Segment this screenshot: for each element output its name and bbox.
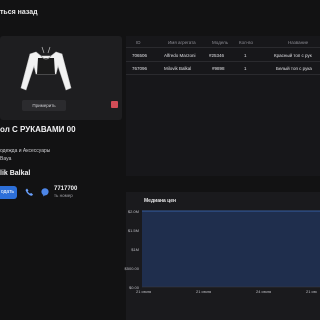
phone-number: 7717700: [54, 186, 78, 192]
seller-name[interactable]: lik Balkal: [0, 170, 30, 177]
table-cell[interactable]: 767096: [132, 66, 147, 71]
divider: [126, 74, 320, 75]
table-header-aggregate: Имя агрегата: [168, 40, 196, 45]
product-category: одежда и Аксессуары: [0, 148, 51, 154]
table-cell: #9898: [212, 66, 225, 71]
table-cell: #25346: [209, 53, 225, 58]
chart-area-series: [142, 211, 320, 287]
price-chart: [142, 210, 320, 288]
favorite-badge-icon[interactable]: [111, 101, 118, 108]
divider: [126, 47, 320, 48]
x-tick-label: 21 июля: [196, 289, 212, 294]
table-cell: Milovik Balkal: [164, 66, 192, 71]
y-tick-label: $2.0M: [127, 209, 139, 214]
table-header-qty: Кол-во: [239, 40, 253, 45]
x-tick-label: 21 июля: [136, 289, 152, 294]
try-on-button[interactable]: Примерить: [22, 100, 66, 111]
table-header-name: Название: [288, 40, 309, 45]
table-cell[interactable]: 706506: [132, 53, 147, 58]
y-tick-label: $1.5M: [127, 228, 139, 233]
contact-button[interactable]: одать: [0, 186, 17, 199]
y-tick-label: $500.00: [124, 266, 139, 271]
table-header-model: Модель: [212, 40, 229, 45]
product-image: [20, 46, 72, 91]
x-tick-label: 24 июля: [256, 289, 272, 294]
table-cell: 1: [244, 53, 247, 58]
table-cell: Красный топ с рук: [274, 53, 312, 58]
x-tick-label: 21 ию: [306, 289, 317, 294]
top-bar: [0, 0, 320, 30]
y-tick-label: $1M: [131, 247, 139, 252]
table-cell: 1: [244, 66, 247, 71]
orders-table: ID Имя агрегата Модель Кол-во Название 7…: [126, 36, 320, 176]
table-cell: Белый топ с рука: [276, 66, 312, 71]
back-link[interactable]: ться назад: [0, 9, 38, 16]
table-header-id: ID: [136, 40, 141, 45]
product-brand: Baya: [0, 156, 12, 162]
product-title: ол С РУКАВАМИ 00: [0, 125, 76, 134]
phone-icon[interactable]: [24, 187, 34, 197]
show-number-link[interactable]: ть номер: [54, 193, 73, 198]
message-icon[interactable]: [40, 187, 50, 197]
table-cell: Alfredo Marzoni: [164, 53, 196, 58]
divider: [126, 61, 320, 62]
